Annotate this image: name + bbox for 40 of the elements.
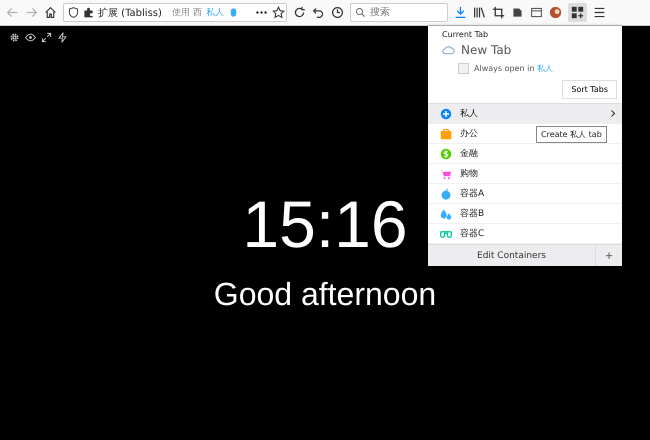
containers-button[interactable] — [568, 3, 587, 22]
panel-heading: Current Tab — [441, 29, 490, 41]
eye-icon[interactable] — [25, 32, 36, 43]
container-item[interactable]: 容器A — [428, 184, 622, 204]
avatar-icon[interactable] — [549, 6, 562, 19]
home-icon[interactable] — [44, 6, 57, 19]
crop-icon[interactable] — [492, 6, 505, 19]
url-label: 扩展 (Tabliss) — [98, 6, 162, 20]
page-icon[interactable] — [511, 6, 524, 19]
reload-icon[interactable] — [293, 6, 306, 19]
address-bar[interactable]: 扩展 (Tabliss) 使用 西 私人 — [63, 3, 287, 22]
shield-icon[interactable] — [68, 7, 79, 18]
expand-icon[interactable] — [41, 32, 52, 43]
add-button[interactable]: + — [596, 245, 622, 266]
checkbox[interactable] — [458, 63, 469, 74]
search-field[interactable]: 搜索 — [350, 3, 448, 22]
edit-containers-button[interactable]: Edit Containers — [428, 245, 596, 266]
undo-icon[interactable] — [312, 6, 325, 19]
clock-icon[interactable] — [331, 6, 344, 19]
search-icon — [355, 7, 366, 18]
settings-icon[interactable] — [9, 32, 20, 43]
sort-tabs-button[interactable]: Sort Tabs — [562, 80, 617, 99]
chevron-right-icon[interactable] — [610, 109, 616, 118]
checkbox-label: Always open in 私人 — [474, 63, 553, 74]
library-icon[interactable] — [473, 6, 486, 19]
menu-icon[interactable] — [593, 6, 606, 19]
download-icon[interactable] — [454, 6, 467, 19]
container-item[interactable]: 金融 — [428, 144, 622, 164]
cloud-icon — [442, 44, 455, 56]
container-item[interactable]: 购物 — [428, 164, 622, 184]
tab-title: New Tab — [461, 43, 512, 57]
container-item[interactable]: 容器B — [428, 204, 622, 224]
puzzle-icon — [83, 7, 94, 18]
container-item[interactable]: 私人 — [428, 104, 622, 124]
tooltip: Create 私人 tab — [536, 126, 607, 143]
greeting: Good afternoon — [214, 277, 436, 311]
lightning-icon[interactable] — [57, 32, 68, 43]
star-icon[interactable] — [272, 6, 285, 19]
clock-time: 15:16 — [242, 189, 408, 259]
url-text: 使用 西 — [172, 6, 202, 19]
